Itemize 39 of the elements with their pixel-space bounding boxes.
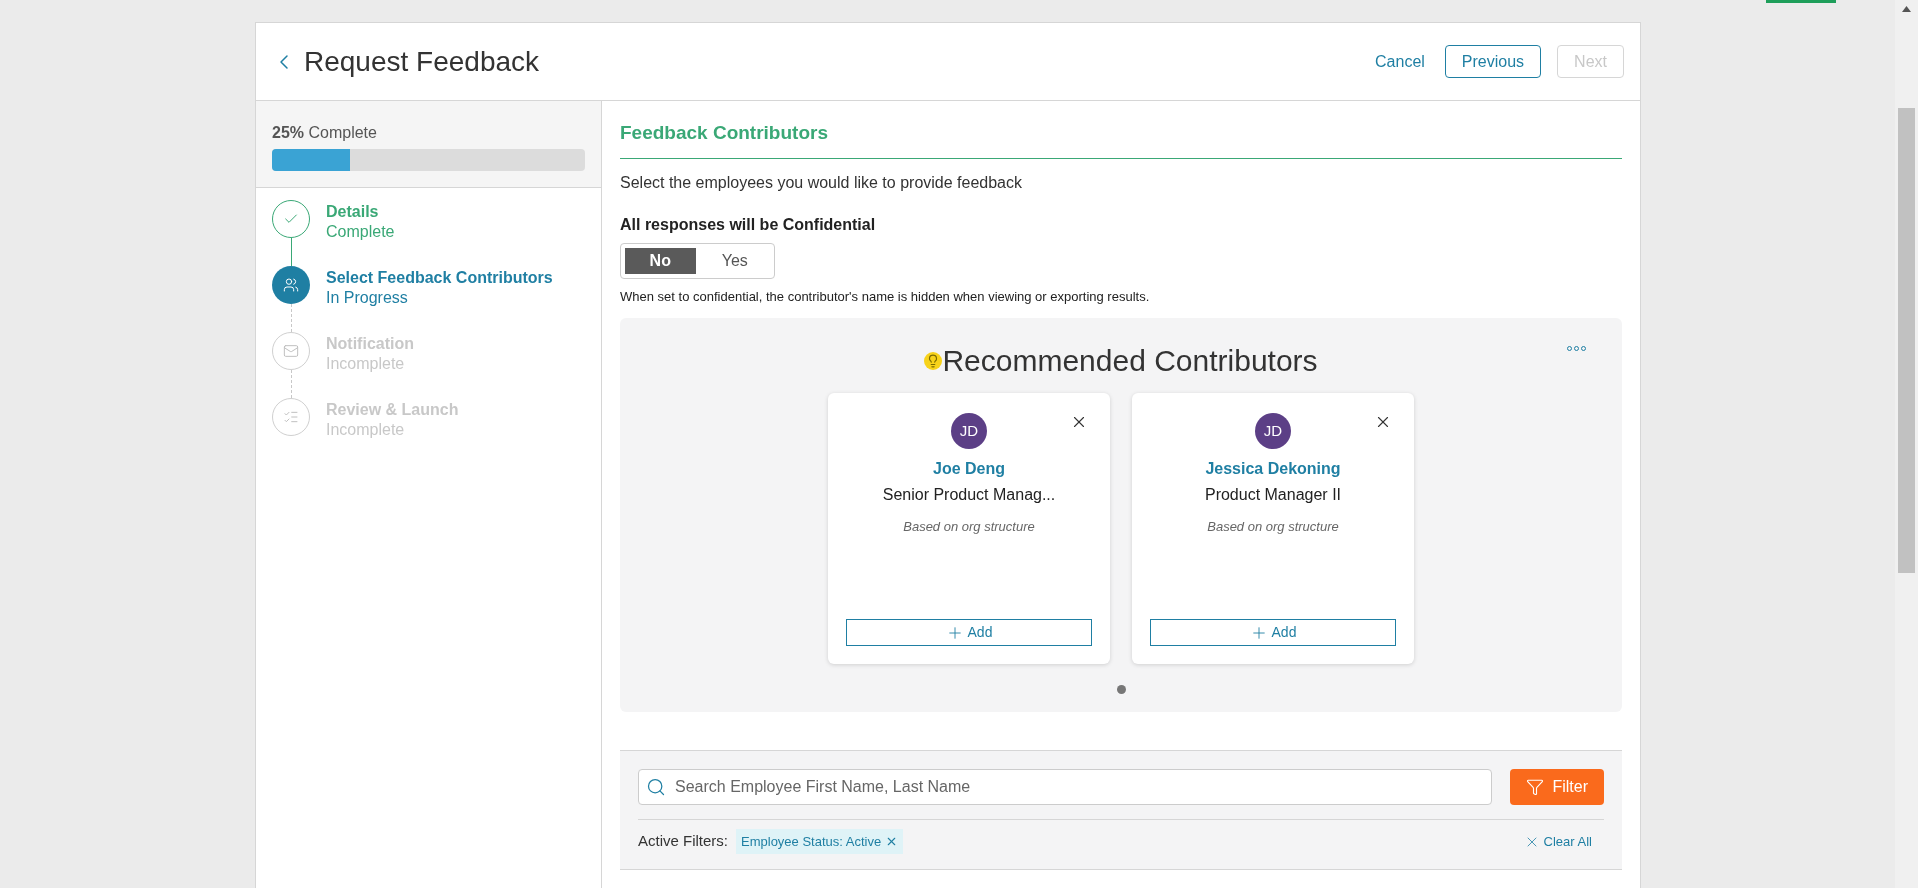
step-icon — [283, 343, 299, 359]
progress-label: 25% Complete — [272, 123, 378, 143]
step-status: In Progress — [326, 288, 409, 308]
step-icon — [283, 409, 299, 425]
scrollbar[interactable] — [1895, 0, 1918, 888]
active-filters-label: Active Filters: — [638, 831, 728, 852]
contributor-role: Product Manager II — [1204, 485, 1342, 505]
avatar: JD — [1255, 413, 1291, 449]
clear-all-button[interactable]: Clear All — [1523, 831, 1592, 852]
filter-tag[interactable]: Employee Status: Active — [736, 828, 904, 855]
recommended-title: Recommended Contributors — [942, 343, 1318, 379]
add-button[interactable]: Add — [846, 619, 1092, 646]
contributor-name[interactable]: Jessica Dekoning — [1205, 457, 1341, 481]
reason-text: Based on org structure — [903, 518, 1035, 536]
filter-icon — [1526, 778, 1545, 796]
avatar: JD — [951, 413, 987, 449]
toggle-option[interactable]: Yes — [699, 247, 770, 274]
cancel-button[interactable]: Cancel — [1375, 49, 1425, 74]
page-title: Request Feedback — [304, 44, 540, 79]
step-icon — [283, 277, 299, 293]
confidential-note: When set to confidential, the contributor's name is hidden when viewing or exporting results. — [620, 287, 1151, 306]
contributor-name[interactable]: Joe Deng — [933, 457, 1005, 481]
filter-button[interactable]: Filter — [1510, 769, 1604, 805]
intro-text: Select the employees you would like to provide feedback — [620, 172, 1023, 193]
step-title[interactable]: Details — [326, 202, 395, 222]
status-indicator — [1766, 0, 1836, 3]
scroll-up-icon — [1902, 6, 1911, 12]
previous-button[interactable]: Previous — [1444, 45, 1542, 78]
toggle-option[interactable]: No — [625, 247, 696, 274]
contributor-role: Senior Product Manag... — [882, 485, 1056, 505]
step-status: Complete — [326, 222, 395, 242]
search-field[interactable]: Search Employee First Name, Last Name — [638, 769, 1493, 805]
search-icon — [646, 777, 666, 797]
add-button[interactable]: Add — [1150, 619, 1396, 646]
reason-text: Based on org structure — [1207, 518, 1339, 536]
step-title[interactable]: Select Feedback Contributors — [326, 268, 553, 288]
lightbulb-icon — [924, 351, 943, 370]
section-title: Feedback Contributors — [620, 119, 1622, 159]
confidential-label: All responses will be Confidential — [620, 214, 877, 235]
